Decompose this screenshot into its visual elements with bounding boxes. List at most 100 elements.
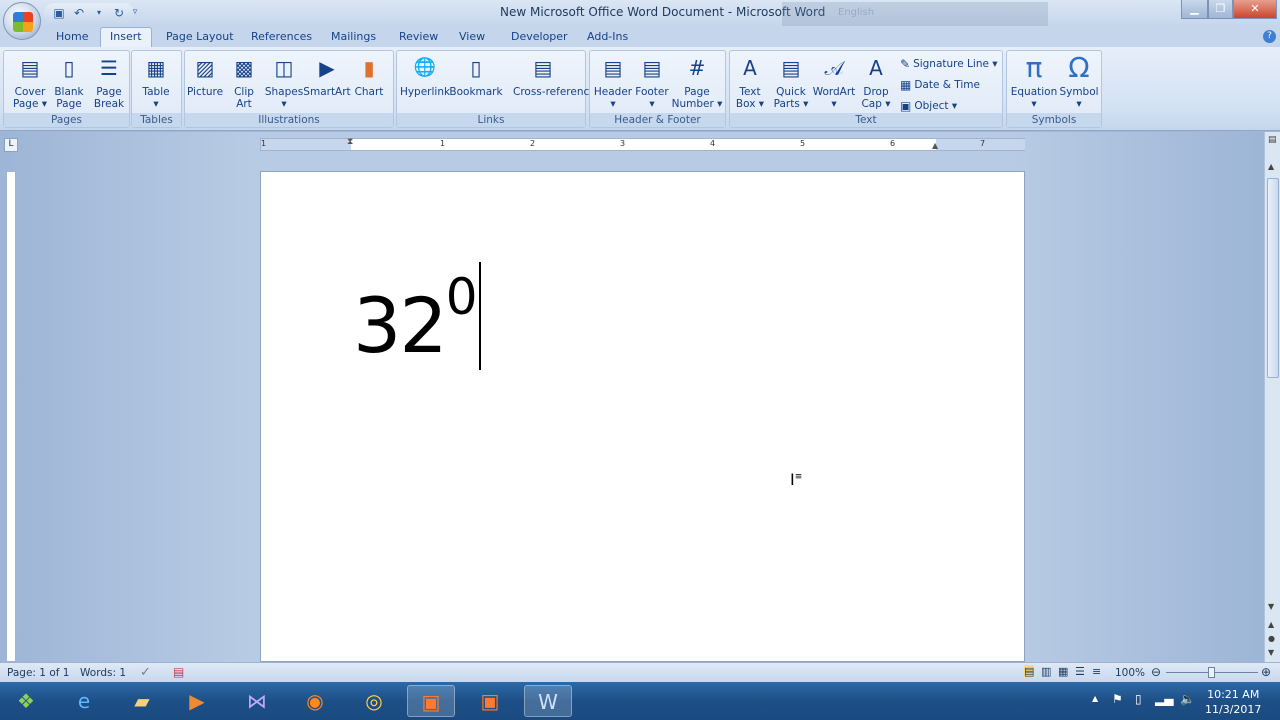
page-number-icon: #	[688, 56, 706, 80]
help-icon[interactable]: ?	[1263, 30, 1276, 43]
taskbar: ❖ e ▰ ▶ ⋈ ◉ ◎ ▣ ▣ W ▲ ⚑ ▯ ▂▄ 🔈 10:21 AM 1…	[0, 682, 1280, 720]
proofing-icon[interactable]: ✓	[140, 665, 151, 680]
date-time-icon: ▦	[900, 78, 912, 92]
network-icon[interactable]: ▂▄	[1155, 692, 1173, 706]
vertical-ruler[interactable]	[6, 171, 16, 662]
quick-access-toolbar: ▣ ↶ ▾ ↻	[44, 3, 134, 23]
language-bar[interactable]: English	[782, 2, 1048, 26]
web-layout-icon[interactable]: ▦	[1058, 665, 1068, 678]
customize-qat-icon[interactable]: ▿	[128, 5, 142, 19]
word-count[interactable]: Words: 1	[80, 667, 126, 679]
internet-explorer-icon[interactable]: e	[60, 685, 108, 717]
screen-recorder-icon[interactable]: ▣	[407, 685, 455, 717]
previous-page-icon[interactable]: ▲	[1268, 620, 1274, 629]
show-hidden-icons[interactable]: ▲	[1092, 694, 1098, 703]
word-taskbar-icon[interactable]: W	[524, 685, 572, 717]
document-text[interactable]: 320	[353, 268, 478, 370]
document-page[interactable]: 320	[260, 171, 1025, 662]
tab-page-layout[interactable]: Page Layout	[166, 30, 234, 43]
file-explorer-icon[interactable]: ▰	[118, 685, 166, 717]
tab-view[interactable]: View	[459, 30, 485, 43]
ruler-toggle-icon[interactable]: ▤	[1268, 135, 1277, 145]
ribbon-button-label: Object ▾	[914, 100, 958, 112]
indent-marker[interactable]: ⧗	[347, 137, 353, 147]
maximize-button[interactable]: ❐	[1208, 0, 1233, 19]
undo-dropdown-icon[interactable]: ▾	[92, 6, 106, 20]
ribbon-group-label: Pages	[4, 113, 129, 127]
cross-reference-button[interactable]: ▤ Cross-reference	[513, 55, 596, 98]
chart-icon: ▮	[363, 56, 375, 80]
chrome-icon[interactable]: ◎	[350, 685, 398, 717]
signature-line-button[interactable]: ✎ Signature Line ▾	[900, 57, 998, 71]
outline-icon[interactable]: ☰	[1075, 665, 1085, 678]
page-number-button[interactable]: # Page Number ▾	[667, 55, 727, 110]
media-player-icon[interactable]: ▶	[173, 685, 221, 717]
draft-icon[interactable]: ≡	[1092, 665, 1101, 678]
zoom-in-icon[interactable]: ⊕	[1261, 665, 1271, 679]
drop-cap-button[interactable]: A Drop Cap ▾	[846, 55, 906, 110]
ribbon-button-label: Date & Time	[914, 79, 980, 91]
scroll-up-icon[interactable]: ▲	[1268, 162, 1274, 171]
tab-mailings[interactable]: Mailings	[331, 30, 376, 43]
scrollbar-thumb[interactable]	[1267, 178, 1279, 378]
object-button[interactable]: ▣ Object ▾	[900, 99, 957, 113]
system-clock[interactable]: 10:21 AM 11/3/2017	[1205, 687, 1261, 717]
ribbon-button-label: Symbol ▾	[1059, 86, 1099, 110]
office-logo-icon	[13, 12, 33, 32]
ribbon-group-label: Tables	[132, 113, 181, 127]
ribbon-group-pages: ▤ Cover Page ▾ ▯ Blank Page ☰ Page Break Pages	[3, 50, 130, 128]
next-page-icon[interactable]: ▼	[1268, 648, 1274, 657]
smartart-icon: ▶	[319, 56, 335, 80]
ribbon-group-header-footer: ▤ Header ▾ ▤ Footer ▾ # Page Number ▾ Header &…	[589, 50, 726, 128]
full-screen-reading-icon[interactable]: ▥	[1041, 665, 1051, 678]
tab-add-ins[interactable]: Add-Ins	[587, 30, 628, 43]
volume-icon[interactable]: 🔈	[1180, 692, 1195, 706]
vertical-scrollbar[interactable]: ▤ ▲ ▼ ▲ ● ▼	[1264, 132, 1280, 662]
page-count[interactable]: Page: 1 of 1	[7, 667, 69, 679]
ibeam-cursor-icon: I≡	[790, 470, 803, 489]
zoom-level[interactable]: 100%	[1115, 667, 1145, 679]
visual-studio-icon[interactable]: ⋈	[233, 685, 281, 717]
screenshot-tool-icon[interactable]: ▣	[466, 685, 514, 717]
undo-icon[interactable]: ↶	[72, 6, 86, 20]
ribbon-group-symbols: π Equation ▾ Ω Symbol ▾ Symbols	[1006, 50, 1102, 128]
close-button[interactable]: ✕	[1233, 0, 1277, 19]
ribbon-group-links: 🌐 Hyperlink ▯ Bookmark ▤ Cross-reference Links	[396, 50, 596, 128]
left-margin	[261, 139, 351, 150]
minimize-button[interactable]: ▁	[1181, 0, 1208, 19]
scroll-down-icon[interactable]: ▼	[1268, 602, 1274, 611]
bookmark-button[interactable]: ▯ Bookmark	[446, 55, 506, 98]
date-time-button[interactable]: ▦ Date & Time	[900, 78, 980, 92]
horizontal-ruler[interactable]: 1 1 2 3 4 5 6 7 ⧗ ▲	[260, 137, 1025, 151]
ribbon-group-text: A Text Box ▾ ▤ Quick Parts ▾ 𝒜 WordArt ▾ A Drop…	[729, 50, 1003, 128]
ribbon-button-label: Bookmark	[449, 86, 503, 98]
tab-insert[interactable]: Insert	[100, 27, 152, 48]
chart-button[interactable]: ▮ Chart	[339, 55, 399, 98]
tab-stop-selector[interactable]: L	[4, 138, 18, 152]
browse-object-icon[interactable]: ●	[1268, 634, 1275, 643]
quick-parts-icon: ▤	[781, 56, 801, 80]
table-icon: ▦	[146, 56, 166, 80]
symbol-button[interactable]: Ω Symbol ▾	[1049, 51, 1109, 111]
tab-review[interactable]: Review	[399, 30, 438, 43]
shapes-icon: ◫	[274, 56, 294, 80]
battery-icon[interactable]: ▯	[1135, 692, 1142, 706]
office-button[interactable]	[3, 2, 41, 40]
print-layout-icon[interactable]: ▤	[1024, 665, 1035, 678]
tab-home[interactable]: Home	[56, 30, 88, 43]
equation-icon: π	[1025, 51, 1043, 84]
macro-record-icon[interactable]: ▤	[173, 665, 184, 679]
zoom-slider-thumb[interactable]	[1208, 667, 1215, 678]
zoom-out-icon[interactable]: ⊖	[1151, 665, 1161, 679]
ribbon-tabs: Home Insert Page Layout References Mailings R…	[0, 26, 1280, 48]
start-button-icon[interactable]: ❖	[2, 685, 50, 717]
action-center-icon[interactable]: ⚑	[1112, 692, 1123, 706]
save-icon[interactable]: ▣	[52, 6, 66, 20]
firefox-icon[interactable]: ◉	[291, 685, 339, 717]
tab-references[interactable]: References	[251, 30, 312, 43]
tab-developer[interactable]: Developer	[511, 30, 568, 43]
right-indent-marker[interactable]: ▲	[932, 141, 938, 150]
text-caret	[479, 262, 481, 370]
symbol-icon: Ω	[1068, 51, 1090, 84]
redo-icon[interactable]: ↻	[112, 6, 126, 20]
